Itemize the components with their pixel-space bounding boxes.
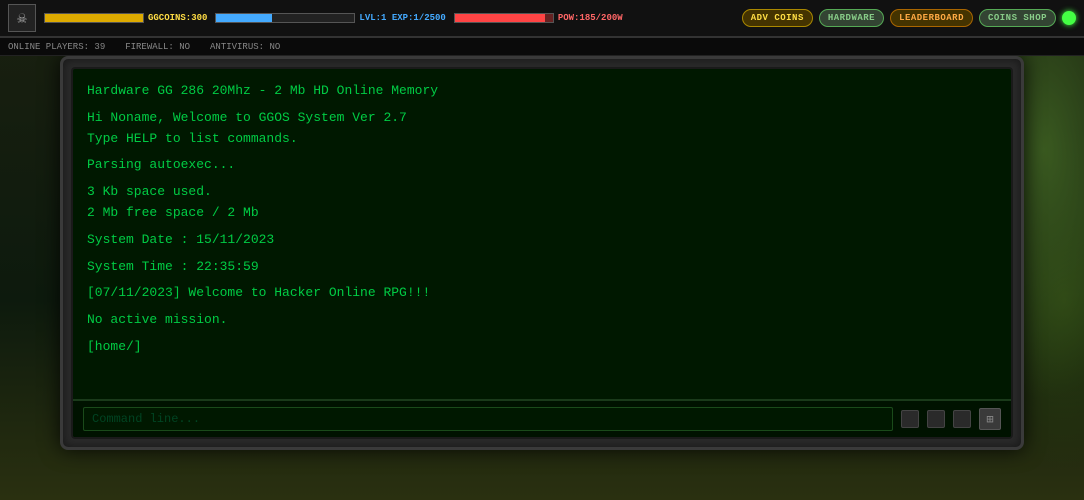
term-btn-2[interactable] (927, 410, 945, 428)
coins-group: GGCOINS:300 (44, 13, 207, 23)
monitor-inner: Hardware GG 286 20Mhz - 2 Mb HD Online M… (71, 67, 1013, 439)
coins-value: GGCOINS:300 (148, 13, 207, 23)
coins-bar (44, 13, 144, 23)
hud-right-buttons: ADV COINS HARDWARE LEADERBOARD COINS SHO… (742, 9, 1076, 27)
avatar: ☠ (8, 4, 36, 32)
exp-group: LVL:1 EXP:1/2500 (215, 13, 445, 23)
terminal-line: System Date : 15/11/2023 (87, 230, 997, 251)
leaderboard-button[interactable]: LEADERBOARD (890, 9, 973, 27)
monitor-wrapper: Hardware GG 286 20Mhz - 2 Mb HD Online M… (60, 56, 1024, 450)
terminal-line: Parsing autoexec... (87, 155, 997, 176)
terminal-line: [07/11/2023] Welcome to Hacker Online RP… (87, 283, 997, 304)
exp-bar-fill (216, 14, 271, 22)
term-btn-expand[interactable]: ⊞ (979, 408, 1001, 430)
pow-bar (454, 13, 554, 23)
term-btn-1[interactable] (901, 410, 919, 428)
terminal-line: 2 Mb free space / 2 Mb (87, 203, 997, 224)
hud-info-bar: ONLINE PLAYERS: 39 FIREWALL: NO ANTIVIRU… (0, 38, 1084, 56)
antivirus-status: ANTIVIRUS: NO (210, 42, 280, 52)
terminal-output: Hardware GG 286 20Mhz - 2 Mb HD Online M… (73, 69, 1011, 399)
online-indicator (1062, 11, 1076, 25)
hud-bar: ☠ GGCOINS:300 LVL:1 EXP:1/2500 POW:185/2… (0, 0, 1084, 38)
terminal-line: System Time : 22:35:59 (87, 257, 997, 278)
firewall-status: FIREWALL: NO (125, 42, 190, 52)
exp-bar (215, 13, 355, 23)
pow-value: POW:185/200W (558, 13, 623, 23)
terminal-line: [home/] (87, 337, 997, 358)
monitor-outer: Hardware GG 286 20Mhz - 2 Mb HD Online M… (60, 56, 1024, 450)
term-btn-3[interactable] (953, 410, 971, 428)
terminal-line: No active mission. (87, 310, 997, 331)
online-players: ONLINE PLAYERS: 39 (8, 42, 105, 52)
adv-coins-button[interactable]: ADV COINS (742, 9, 813, 27)
exp-value: LVL:1 EXP:1/2500 (359, 13, 445, 23)
coins-bar-fill (45, 14, 143, 22)
terminal-line: Hardware GG 286 20Mhz - 2 Mb HD Online M… (87, 81, 997, 102)
terminal-line: 3 Kb space used. (87, 182, 997, 203)
terminal-line: Hi Noname, Welcome to GGOS System Ver 2.… (87, 108, 997, 129)
coins-shop-button[interactable]: COINS SHOP (979, 9, 1056, 27)
terminal-line: Type HELP to list commands. (87, 129, 997, 150)
pow-bar-fill (455, 14, 545, 22)
terminal-input-bar: ⊞ (73, 399, 1011, 437)
pow-group: POW:185/200W (454, 13, 623, 23)
hardware-button[interactable]: HARDWARE (819, 9, 884, 27)
command-input[interactable] (83, 407, 893, 431)
